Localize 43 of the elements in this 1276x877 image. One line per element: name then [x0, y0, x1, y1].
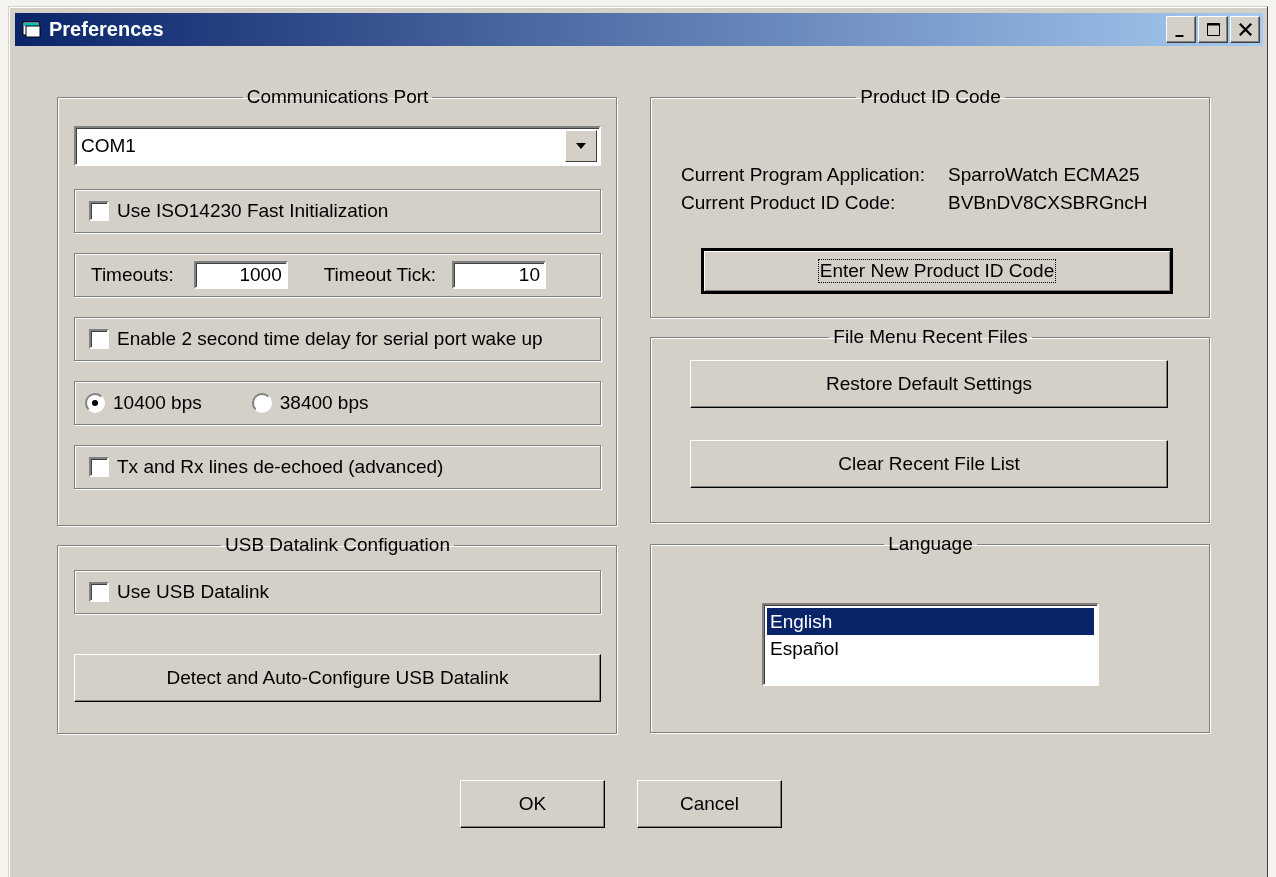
- checkbox[interactable]: [89, 201, 109, 221]
- radio-label: 10400 bps: [113, 392, 202, 414]
- info-value: SparroWatch ECMA25: [948, 164, 1141, 186]
- checkbox[interactable]: [89, 329, 109, 349]
- info-label: Current Product ID Code:: [681, 192, 897, 214]
- action-button[interactable]: Clear Recent File List: [690, 440, 1168, 488]
- port-dropdown[interactable]: COM1: [74, 126, 601, 166]
- checkbox-label: Enable 2 second time delay for serial port wake up: [117, 328, 543, 350]
- list-item[interactable]: English: [767, 608, 1094, 635]
- radio-button[interactable]: [85, 393, 105, 413]
- info-value: BVBnDV8CXSBRGncH: [948, 192, 1149, 214]
- window-title: Preferences: [49, 18, 165, 41]
- ok-button[interactable]: OK: [460, 780, 605, 828]
- field-label: Timeouts:: [91, 264, 174, 286]
- radio-label: 38400 bps: [279, 392, 369, 414]
- dropdown-value: COM1: [80, 135, 137, 157]
- radio-button[interactable]: [251, 393, 272, 413]
- checkbox-label: Use ISO14230 Fast Initialization: [117, 200, 389, 222]
- checkbox[interactable]: [89, 582, 109, 602]
- maximize-icon: [1206, 23, 1220, 36]
- checkbox[interactable]: [89, 457, 109, 477]
- detect-button[interactable]: Detect and Auto-Configure USB Datalink: [74, 654, 601, 702]
- cancel-button[interactable]: Cancel: [637, 780, 782, 828]
- checkbox-label: Tx and Rx lines de-echoed (advanced): [117, 456, 444, 478]
- group-title: Product ID Code: [859, 86, 1002, 108]
- timeout-tick-field[interactable]: 10: [452, 261, 546, 289]
- group-title: Communications Port: [245, 86, 430, 108]
- minimize-button[interactable]: [1166, 16, 1196, 43]
- action-button[interactable]: Restore Default Settings: [690, 360, 1168, 408]
- list-item[interactable]: Español: [767, 635, 1094, 662]
- maximize-button[interactable]: [1198, 16, 1228, 43]
- group-title: Language: [887, 533, 974, 555]
- field-label: Timeout Tick:: [323, 264, 436, 286]
- enter-code-button[interactable]: Enter New Product ID Code: [701, 248, 1173, 294]
- info-label: Current Program Application:: [681, 164, 926, 186]
- checkbox-label: Use USB Datalink: [117, 581, 270, 603]
- close-icon: [1238, 23, 1252, 36]
- timeouts-field[interactable]: 1000: [193, 261, 288, 289]
- minimize-icon: [1175, 34, 1184, 37]
- group-title: File Menu Recent Files: [832, 326, 1029, 348]
- app-icon: [21, 19, 43, 40]
- close-button[interactable]: [1230, 16, 1260, 43]
- group-title: USB Datalink Configuation: [224, 534, 451, 556]
